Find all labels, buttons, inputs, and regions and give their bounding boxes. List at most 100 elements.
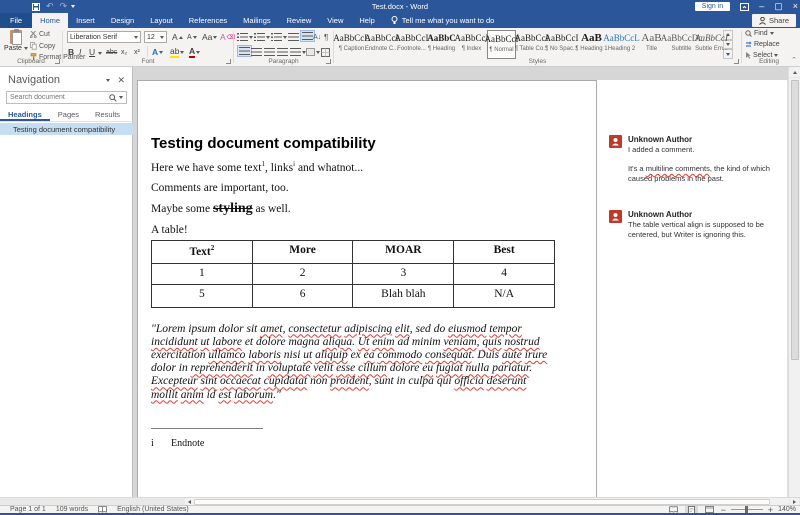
nav-tab-headings[interactable]: Headings [0,108,50,121]
decrease-indent-button[interactable] [288,31,299,43]
replace-button[interactable]: Replace [745,41,780,48]
style-card[interactable]: AaBbCcI Footnote... [395,30,429,59]
superscript-button[interactable]: x² [134,46,140,58]
text-effects-button[interactable]: A [152,46,164,58]
tab-mailings[interactable]: Mailings [235,13,279,28]
undo-icon[interactable]: ↶ [46,2,54,11]
comment[interactable]: Unknown Author I added a comment. It's a… [609,135,779,184]
navigation-heading-item[interactable]: Testing document compatibility [0,123,133,135]
word-count[interactable]: 109 words [56,506,88,513]
tab-layout[interactable]: Layout [142,13,181,28]
redo-icon[interactable]: ↷ [60,2,68,11]
multilevel-list-button[interactable] [271,31,287,43]
table-cell[interactable]: 2 [251,262,354,285]
sign-in-button[interactable]: Sign in [694,2,731,11]
language-indicator[interactable]: English (United States) [117,506,189,513]
document-heading[interactable]: Testing document compatibility [151,136,555,152]
tab-design[interactable]: Design [103,13,142,28]
document-page[interactable]: Testing document compatibility Here we h… [137,80,597,497]
table-header-cell[interactable]: Text2 [151,239,253,264]
close-button[interactable]: × [793,1,798,12]
zoom-slider[interactable] [730,506,763,513]
font-size-dropdown-icon[interactable] [160,35,164,39]
collapse-ribbon-icon[interactable]: ⌃ [791,56,797,64]
paragraph-1[interactable]: Here we have some text1, linksi and what… [151,157,555,175]
table-header-cell[interactable]: More [251,239,354,264]
table-cell[interactable]: Blah blah [352,283,455,308]
document-table[interactable]: Text2 More MOAR Best 1 2 3 4 5 6 Blah bl… [151,239,555,308]
clipboard-dialog-launcher[interactable] [55,59,60,64]
table-cell[interactable]: 3 [352,262,455,285]
numbering-button[interactable] [254,31,270,43]
cut-button[interactable]: Cut [30,31,50,38]
nav-tab-pages[interactable]: Pages [50,108,87,121]
strikethrough-button[interactable]: abc [106,46,117,58]
table-header-cell[interactable]: MOAR [352,239,455,264]
line-spacing-button[interactable] [290,46,306,58]
proofing-icon[interactable] [98,506,108,513]
paste-button[interactable]: Paste [4,28,28,61]
vertical-scrollbar[interactable] [788,67,800,497]
zoom-level[interactable]: 140% [778,506,796,513]
style-card[interactable]: AaBbCcI ¶ Table Co... [515,30,549,59]
align-center-button[interactable] [251,46,262,58]
highlight-button[interactable]: ab [170,46,185,58]
bold-button[interactable]: B [68,46,74,58]
tab-insert[interactable]: Insert [68,13,103,28]
style-card[interactable]: AaBbCcL ¶ Caption [333,30,370,59]
align-left-button[interactable] [237,45,252,57]
search-icon[interactable] [109,93,117,102]
show-hide-marks-button[interactable]: ¶ [324,31,328,43]
nav-tab-results[interactable]: Results [87,108,128,121]
endnote-text[interactable]: i Endnote [151,438,555,449]
style-card[interactable]: AaBbCcI ¶ Index [455,30,489,59]
style-card[interactable]: AaBbC ¶ Heading [427,30,456,59]
comment[interactable]: Unknown Author The table vertical align … [609,210,779,240]
shrink-font-button[interactable]: A [187,31,197,43]
vertical-scrollbar-thumb[interactable] [791,80,799,360]
styled-word[interactable]: styling [213,201,253,216]
table-cell[interactable]: 4 [453,262,555,285]
zoom-slider-thumb[interactable] [744,506,748,513]
italic-button[interactable]: I [79,46,81,58]
style-card[interactable]: AaBbCcL Heading 2 [603,30,640,59]
underline-button[interactable]: U [89,46,95,58]
tab-file[interactable]: File [0,13,33,28]
align-right-button[interactable] [264,46,275,58]
table-cell[interactable]: 5 [151,283,253,308]
shading-button[interactable] [306,46,320,58]
table-header-cell[interactable]: Best [453,239,555,264]
navigation-close-icon[interactable]: ✕ [117,75,125,86]
font-name-combo[interactable]: Liberation Serif [67,31,141,43]
bullets-button[interactable] [237,31,253,43]
ribbon-display-options-icon[interactable] [740,2,750,11]
borders-button[interactable] [321,46,330,58]
tell-me-box[interactable]: Tell me what you want to do [383,13,503,28]
font-name-dropdown-icon[interactable] [134,35,138,39]
style-card[interactable]: AaBbCcI Endnote C... [365,30,399,59]
search-input[interactable] [7,94,109,101]
paragraph-2[interactable]: Comments are important, too. [151,181,555,195]
scroll-up-icon[interactable] [789,67,800,78]
style-card[interactable]: AaBbCcDc Subtitle [661,30,703,59]
grow-font-button[interactable]: A [172,31,183,43]
page-count[interactable]: Page 1 of 1 [10,506,46,513]
save-icon[interactable] [32,2,40,11]
font-dialog-launcher[interactable] [226,59,231,64]
sort-button[interactable]: A↓ [313,31,321,43]
style-card[interactable]: AaBbCcI ¶ No Spac... [545,30,579,59]
maximize-button[interactable]: ▢ [774,1,783,12]
minimize-button[interactable]: – [759,1,764,12]
style-card[interactable]: AaBbCcI ¶ Normal [485,30,519,59]
tab-view[interactable]: View [319,13,351,28]
footnote-reference[interactable]: 2 [211,244,215,252]
font-color-button[interactable]: A [189,46,201,58]
table-cell[interactable]: N/A [453,283,555,308]
customize-qat-icon[interactable] [71,5,76,8]
justify-button[interactable] [277,46,288,58]
table-cell[interactable]: 1 [151,262,253,285]
table-intro[interactable]: A table! [151,223,555,237]
underline-dropdown-icon[interactable] [98,52,102,55]
tab-review[interactable]: Review [279,13,320,28]
navigation-options-dropdown-icon[interactable] [106,79,110,82]
